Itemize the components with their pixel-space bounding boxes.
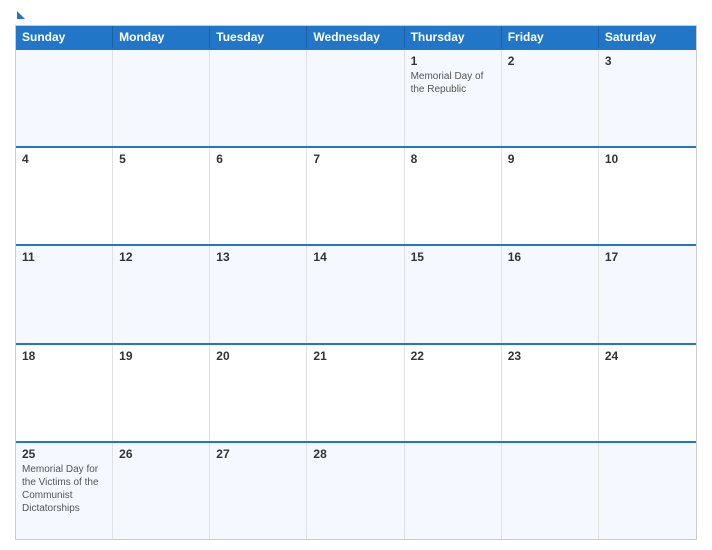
calendar-header: SundayMondayTuesdayWednesdayThursdayFrid… [16, 26, 696, 48]
day-number: 20 [216, 349, 300, 363]
day-number: 10 [605, 152, 690, 166]
calendar-cell: 25 Memorial Day for the Victims of the Co… [16, 443, 113, 539]
day-number: 16 [508, 250, 592, 264]
calendar-cell: 3 [599, 50, 696, 146]
logo-triangle-icon [17, 11, 25, 19]
calendar-week: 25 Memorial Day for the Victims of the Co… [16, 441, 696, 539]
calendar-cell: 27 [210, 443, 307, 539]
day-number: 13 [216, 250, 300, 264]
calendar-cell [210, 50, 307, 146]
calendar-cell [599, 443, 696, 539]
weekday-header: Saturday [599, 26, 696, 48]
calendar-cell [405, 443, 502, 539]
calendar-cell: 19 [113, 345, 210, 441]
calendar-cell: 13 [210, 246, 307, 342]
day-number: 28 [313, 447, 397, 461]
calendar-week: 18 19 20 21 22 23 24 [16, 343, 696, 441]
day-number: 18 [22, 349, 106, 363]
calendar-cell: 4 [16, 148, 113, 244]
calendar-cell: 1 Memorial Day of the Republic [405, 50, 502, 146]
day-number: 2 [508, 54, 592, 68]
holiday-label: Memorial Day of the Republic [411, 70, 495, 96]
day-number: 5 [119, 152, 203, 166]
weekday-header: Thursday [405, 26, 502, 48]
calendar-cell: 17 [599, 246, 696, 342]
calendar-cell: 26 [113, 443, 210, 539]
day-number: 9 [508, 152, 592, 166]
calendar-cell: 14 [307, 246, 404, 342]
day-number: 1 [411, 54, 495, 68]
calendar-cell [16, 50, 113, 146]
calendar-cell: 23 [502, 345, 599, 441]
day-number: 21 [313, 349, 397, 363]
day-number: 24 [605, 349, 690, 363]
weekday-header: Friday [502, 26, 599, 48]
calendar-week: 456789 10 [16, 146, 696, 244]
calendar-cell: 21 [307, 345, 404, 441]
weekday-header: Sunday [16, 26, 113, 48]
day-number: 12 [119, 250, 203, 264]
calendar-body: 1 Memorial Day of the Republic 23 456789 10 1… [16, 48, 696, 539]
day-number: 25 [22, 447, 106, 461]
calendar-cell: 2 [502, 50, 599, 146]
calendar-cell: 15 [405, 246, 502, 342]
day-number: 7 [313, 152, 397, 166]
calendar-cell: 18 [16, 345, 113, 441]
day-number: 11 [22, 250, 106, 264]
calendar-cell: 22 [405, 345, 502, 441]
calendar-cell: 28 [307, 443, 404, 539]
day-number: 3 [605, 54, 690, 68]
day-number: 23 [508, 349, 592, 363]
day-number: 6 [216, 152, 300, 166]
calendar-cell: 5 [113, 148, 210, 244]
calendar-cell: 24 [599, 345, 696, 441]
calendar-cell [307, 50, 404, 146]
page-header [15, 10, 697, 19]
calendar-cell [113, 50, 210, 146]
calendar-cell: 9 [502, 148, 599, 244]
day-number: 15 [411, 250, 495, 264]
calendar-cell: 6 [210, 148, 307, 244]
day-number: 8 [411, 152, 495, 166]
day-number: 19 [119, 349, 203, 363]
calendar-cell: 20 [210, 345, 307, 441]
calendar-cell: 8 [405, 148, 502, 244]
calendar-cell: 11 [16, 246, 113, 342]
holiday-label: Memorial Day for the Victims of the Comm… [22, 463, 106, 515]
calendar-page: SundayMondayTuesdayWednesdayThursdayFrid… [0, 0, 712, 550]
day-number: 14 [313, 250, 397, 264]
calendar-cell: 10 [599, 148, 696, 244]
weekday-header: Tuesday [210, 26, 307, 48]
calendar-cell: 7 [307, 148, 404, 244]
calendar-grid: SundayMondayTuesdayWednesdayThursdayFrid… [15, 25, 697, 540]
day-number: 27 [216, 447, 300, 461]
day-number: 22 [411, 349, 495, 363]
calendar-cell [502, 443, 599, 539]
weekday-header: Wednesday [307, 26, 404, 48]
day-number: 4 [22, 152, 106, 166]
day-number: 26 [119, 447, 203, 461]
day-number: 17 [605, 250, 690, 264]
calendar-week: 1 Memorial Day of the Republic 23 [16, 48, 696, 146]
weekday-header: Monday [113, 26, 210, 48]
calendar-cell: 16 [502, 246, 599, 342]
calendar-week: 11 12 13 14 15 16 17 [16, 244, 696, 342]
logo [15, 10, 25, 19]
calendar-cell: 12 [113, 246, 210, 342]
